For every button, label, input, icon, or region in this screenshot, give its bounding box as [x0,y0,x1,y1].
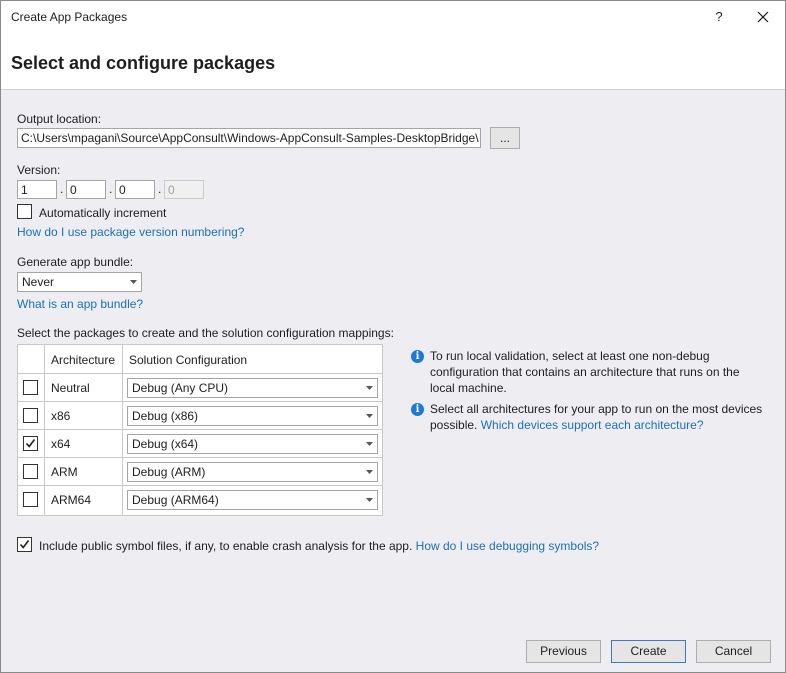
version-build-input[interactable]: 0 [115,180,155,199]
auto-increment-checkbox[interactable] [17,204,32,219]
package-checkbox-x86[interactable] [23,408,38,423]
info-line: configuration that contains an architect… [430,365,740,379]
app-bundle-help-link[interactable]: What is an app bundle? [17,297,143,311]
package-checkbox-arm64[interactable] [23,492,38,507]
help-button[interactable]: ? [709,7,729,27]
app-bundle-selected-value: Never [22,275,55,289]
package-checkbox-x64[interactable] [23,436,38,451]
column-header-architecture: Architecture [51,353,116,367]
include-symbols-text: Include public symbol files, if any, to … [39,539,413,553]
row-divider [18,429,382,430]
output-location-label: Output location: [17,112,102,126]
dialog-footer: Previous Create Cancel [1,630,785,672]
version-separator: . [60,182,64,196]
chevron-down-icon [130,280,137,284]
close-button[interactable] [751,7,775,27]
architecture-cell: ARM [51,465,78,479]
configuration-select-x86[interactable]: Debug (x86) [127,406,378,426]
architecture-cell: ARM64 [51,493,92,507]
package-checkbox-arm[interactable] [23,464,38,479]
chevron-down-icon [366,470,373,474]
page-title: Select and configure packages [11,53,276,73]
row-divider [18,485,382,486]
column-header-solution-configuration: Solution Configuration [129,353,248,367]
app-bundle-select[interactable]: Never [17,272,142,292]
package-checkbox-neutral[interactable] [23,380,38,395]
packages-table: Architecture Solution Configuration Neut… [17,344,383,516]
configuration-value: Debug (x86) [132,409,199,423]
local-validation-info: To run local validation, select at least… [430,348,780,396]
cancel-button[interactable]: Cancel [696,640,771,663]
window-title: Create App Packages [11,10,128,24]
checkmark-icon [25,439,36,448]
debugging-symbols-help-link[interactable]: How do I use debugging symbols? [416,539,599,553]
info-line: Select all architectures for your app to… [430,402,763,416]
output-location-input[interactable]: C:\Users\mpagani\Source\AppConsult\Windo… [17,128,481,148]
dialog-window: Create App Packages ? Select and configu… [0,0,786,673]
chevron-down-icon [366,386,373,390]
architecture-cell: x64 [51,437,71,451]
configuration-value: Debug (x64) [132,437,199,451]
architecture-cell: x86 [51,409,71,423]
version-revision-input: 0 [164,180,204,199]
checkmark-icon [19,540,30,549]
devices-support-link[interactable]: Which devices support each architecture? [481,418,704,432]
row-divider [18,373,382,374]
version-label: Version: [17,163,61,177]
browse-button[interactable]: ... [490,127,520,149]
row-divider [18,401,382,402]
architectures-info: Select all architectures for your app to… [430,401,780,433]
version-major-input[interactable]: 1 [17,180,57,199]
version-separator: . [109,182,113,196]
include-symbols-checkbox[interactable] [17,537,32,552]
configuration-value: Debug (ARM64) [132,493,219,507]
architecture-cell: Neutral [51,381,90,395]
app-bundle-label: Generate app bundle: [17,255,134,269]
configuration-select-arm64[interactable]: Debug (ARM64) [127,490,378,510]
create-button[interactable]: Create [611,640,686,663]
column-divider [44,345,45,515]
include-symbols-label: Include public symbol files, if any, to … [39,539,599,553]
configuration-select-neutral[interactable]: Debug (Any CPU) [127,378,378,398]
chevron-down-icon [366,442,373,446]
version-minor-input[interactable]: 0 [66,180,106,199]
configuration-select-arm[interactable]: Debug (ARM) [127,462,378,482]
info-line: To run local validation, select at least… [430,349,710,363]
info-icon: i [411,403,424,416]
chevron-down-icon [366,414,373,418]
close-icon [757,11,769,23]
version-separator: . [158,182,162,196]
content-panel: Output location: C:\Users\mpagani\Source… [1,90,785,630]
column-divider [122,345,123,515]
title-bar: Create App Packages ? [1,1,785,33]
configuration-value: Debug (Any CPU) [132,381,229,395]
info-line-text: possible. [430,418,478,432]
previous-button[interactable]: Previous [526,640,601,663]
configuration-value: Debug (ARM) [132,465,206,479]
info-line: local machine. [430,381,507,395]
row-divider [18,457,382,458]
info-icon: i [411,350,424,363]
version-numbering-help-link[interactable]: How do I use package version numbering? [17,225,244,239]
page-header: Select and configure packages [1,33,785,90]
info-line: possible. Which devices support each arc… [430,417,780,433]
configuration-select-x64[interactable]: Debug (x64) [127,434,378,454]
auto-increment-label: Automatically increment [39,206,167,220]
chevron-down-icon [366,498,373,502]
packages-label: Select the packages to create and the so… [17,326,394,340]
